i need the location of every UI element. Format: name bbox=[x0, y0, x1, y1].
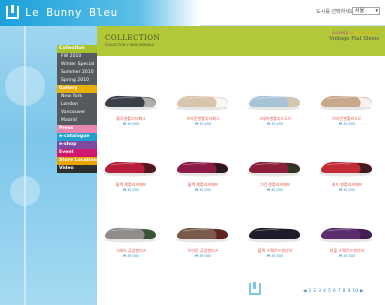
product-card[interactable]: 블랙 젠틀리자패프 ₩ 45,000 bbox=[97, 150, 165, 214]
side-nav: Collection FW 2010 Winter Special Summer… bbox=[57, 45, 97, 173]
brand-name: Le Bunny Bleu bbox=[25, 6, 118, 19]
breadcrumb: COLLECTION > NEW ARRIVALS bbox=[105, 43, 155, 47]
nav-eshop[interactable]: e-shop bbox=[57, 141, 97, 149]
product-card[interactable]: 그린 젠틀리자패프 ₩ 45,000 bbox=[241, 150, 309, 214]
city-select-value: 서울 bbox=[355, 8, 365, 14]
chevron-down-icon: ▾ bbox=[375, 8, 378, 14]
product-price: ₩ 39,000 bbox=[122, 122, 140, 126]
pager-page-3[interactable]: 3 bbox=[318, 289, 321, 294]
pager-next-button[interactable]: ▶ bbox=[360, 289, 363, 294]
product-price: ₩ 39,000 bbox=[266, 122, 284, 126]
product-price: ₩ 45,000 bbox=[338, 188, 356, 192]
shoe-image[interactable] bbox=[317, 216, 375, 244]
nav-video[interactable]: Video bbox=[57, 165, 97, 173]
shoe-image[interactable] bbox=[173, 84, 231, 112]
pager-page-9[interactable]: 9 bbox=[347, 289, 350, 294]
pager-page-6[interactable]: 6 bbox=[333, 289, 336, 294]
shoe-image[interactable] bbox=[101, 84, 159, 112]
shoe-image[interactable] bbox=[245, 150, 303, 178]
shoe-image[interactable] bbox=[317, 84, 375, 112]
nav-collection-fw2010[interactable]: FW 2010 bbox=[57, 53, 97, 61]
nav-collection-summer[interactable]: Summer 2010 bbox=[57, 69, 97, 77]
shoe-image[interactable] bbox=[245, 216, 303, 244]
product-price: ₩ 39,000 bbox=[194, 122, 212, 126]
page-title: COLLECTION bbox=[105, 34, 161, 42]
header-bar: Le Bunny Bleu 도시를 선택하세요 서울 ▾ bbox=[0, 0, 385, 26]
pager-page-8[interactable]: 8 bbox=[343, 289, 346, 294]
pager-page-5[interactable]: 5 bbox=[328, 289, 331, 294]
collection-banner: COLLECTION COLLECTION > NEW ARRIVALS Lov… bbox=[97, 26, 385, 56]
product-card[interactable]: 레드 젠틀리자패프 ₩ 45,000 bbox=[313, 150, 381, 214]
product-card[interactable]: 브라운젠틀리자패그 ₩ 39,000 bbox=[169, 84, 237, 148]
nav-collection-winter[interactable]: Winter Special bbox=[57, 61, 97, 69]
shoe-image[interactable] bbox=[317, 150, 375, 178]
shoe-image[interactable] bbox=[101, 150, 159, 178]
product-card[interactable]: 블랙 젠틀리자패프 ₩ 45,000 bbox=[169, 150, 237, 214]
pager-page-10[interactable]: 10 bbox=[352, 289, 358, 294]
product-card[interactable]: 그레이젠틀리드도드 ₩ 39,000 bbox=[241, 84, 309, 148]
bunny-logo-icon bbox=[249, 282, 261, 295]
product-card[interactable]: 브라운젠틀리드도 ₩ 39,000 bbox=[313, 84, 381, 148]
nav-gallery-madrid[interactable]: Madrid bbox=[57, 117, 97, 125]
shoe-image[interactable] bbox=[101, 216, 159, 244]
nav-collection-spring[interactable]: Spring 2010 bbox=[57, 77, 97, 85]
pager-page-2[interactable]: 2 bbox=[313, 289, 316, 294]
pager-page-4[interactable]: 4 bbox=[323, 289, 326, 294]
pager-page-7[interactable]: 7 bbox=[338, 289, 341, 294]
promo-line2: Vintage Flat Shoes bbox=[329, 36, 379, 42]
product-price: ₩ 39,000 bbox=[122, 254, 140, 258]
product-card[interactable]: 퍼플 스웨이드젠더약 ₩ 39,000 bbox=[313, 216, 381, 280]
nav-gallery-newyork[interactable]: New York bbox=[57, 93, 97, 101]
product-price: ₩ 39,000 bbox=[338, 122, 356, 126]
product-price: ₩ 39,000 bbox=[338, 254, 356, 258]
nav-gallery-london[interactable]: London bbox=[57, 101, 97, 109]
product-price: ₩ 45,000 bbox=[194, 188, 212, 192]
nav-event[interactable]: Event bbox=[57, 149, 97, 157]
nav-gallery-vancouver[interactable]: Vancouver bbox=[57, 109, 97, 117]
pagination: ◀ 1 2 3 4 5 6 7 8 9 10 ▶ bbox=[302, 289, 365, 294]
product-price: ₩ 45,000 bbox=[266, 188, 284, 192]
pager-prev-button[interactable]: ◀ bbox=[303, 289, 306, 294]
bunny-logo-icon bbox=[6, 5, 19, 19]
pager-page-1[interactable]: 1 bbox=[308, 289, 311, 294]
shoe-image[interactable] bbox=[173, 150, 231, 178]
product-price: ₩ 45,000 bbox=[122, 188, 140, 192]
nav-collection[interactable]: Collection bbox=[57, 45, 97, 53]
shoe-image[interactable] bbox=[173, 216, 231, 244]
brand-area[interactable]: Le Bunny Bleu bbox=[0, 0, 200, 26]
product-price: ₩ 39,000 bbox=[266, 254, 284, 258]
nav-store-location[interactable]: Store Location bbox=[57, 157, 97, 165]
nav-ecatalogue[interactable]: e-catalogue bbox=[57, 133, 97, 141]
product-price: ₩ 39,000 bbox=[194, 254, 212, 258]
product-card[interactable]: 그레이 공업젠리즈 ₩ 39,000 bbox=[97, 216, 165, 280]
product-card[interactable]: 블랙 스웨이드젠더약 ₩ 39,000 bbox=[241, 216, 309, 280]
shoe-image[interactable] bbox=[245, 84, 303, 112]
city-select-label: 도시를 선택하세요 bbox=[316, 9, 355, 15]
product-card[interactable]: 블루젠틀리자패그 ₩ 39,000 bbox=[97, 84, 165, 148]
nav-press[interactable]: Press bbox=[57, 125, 97, 133]
product-card[interactable]: 브라운 공업젠리즈 ₩ 39,000 bbox=[169, 216, 237, 280]
city-select[interactable]: 서울 ▾ bbox=[352, 7, 380, 15]
main-content: COLLECTION COLLECTION > NEW ARRIVALS Lov… bbox=[97, 26, 385, 305]
promo-text: Lovely & romantic Vintage Flat Shoes bbox=[313, 30, 379, 42]
nav-gallery[interactable]: Gallery bbox=[57, 85, 97, 93]
